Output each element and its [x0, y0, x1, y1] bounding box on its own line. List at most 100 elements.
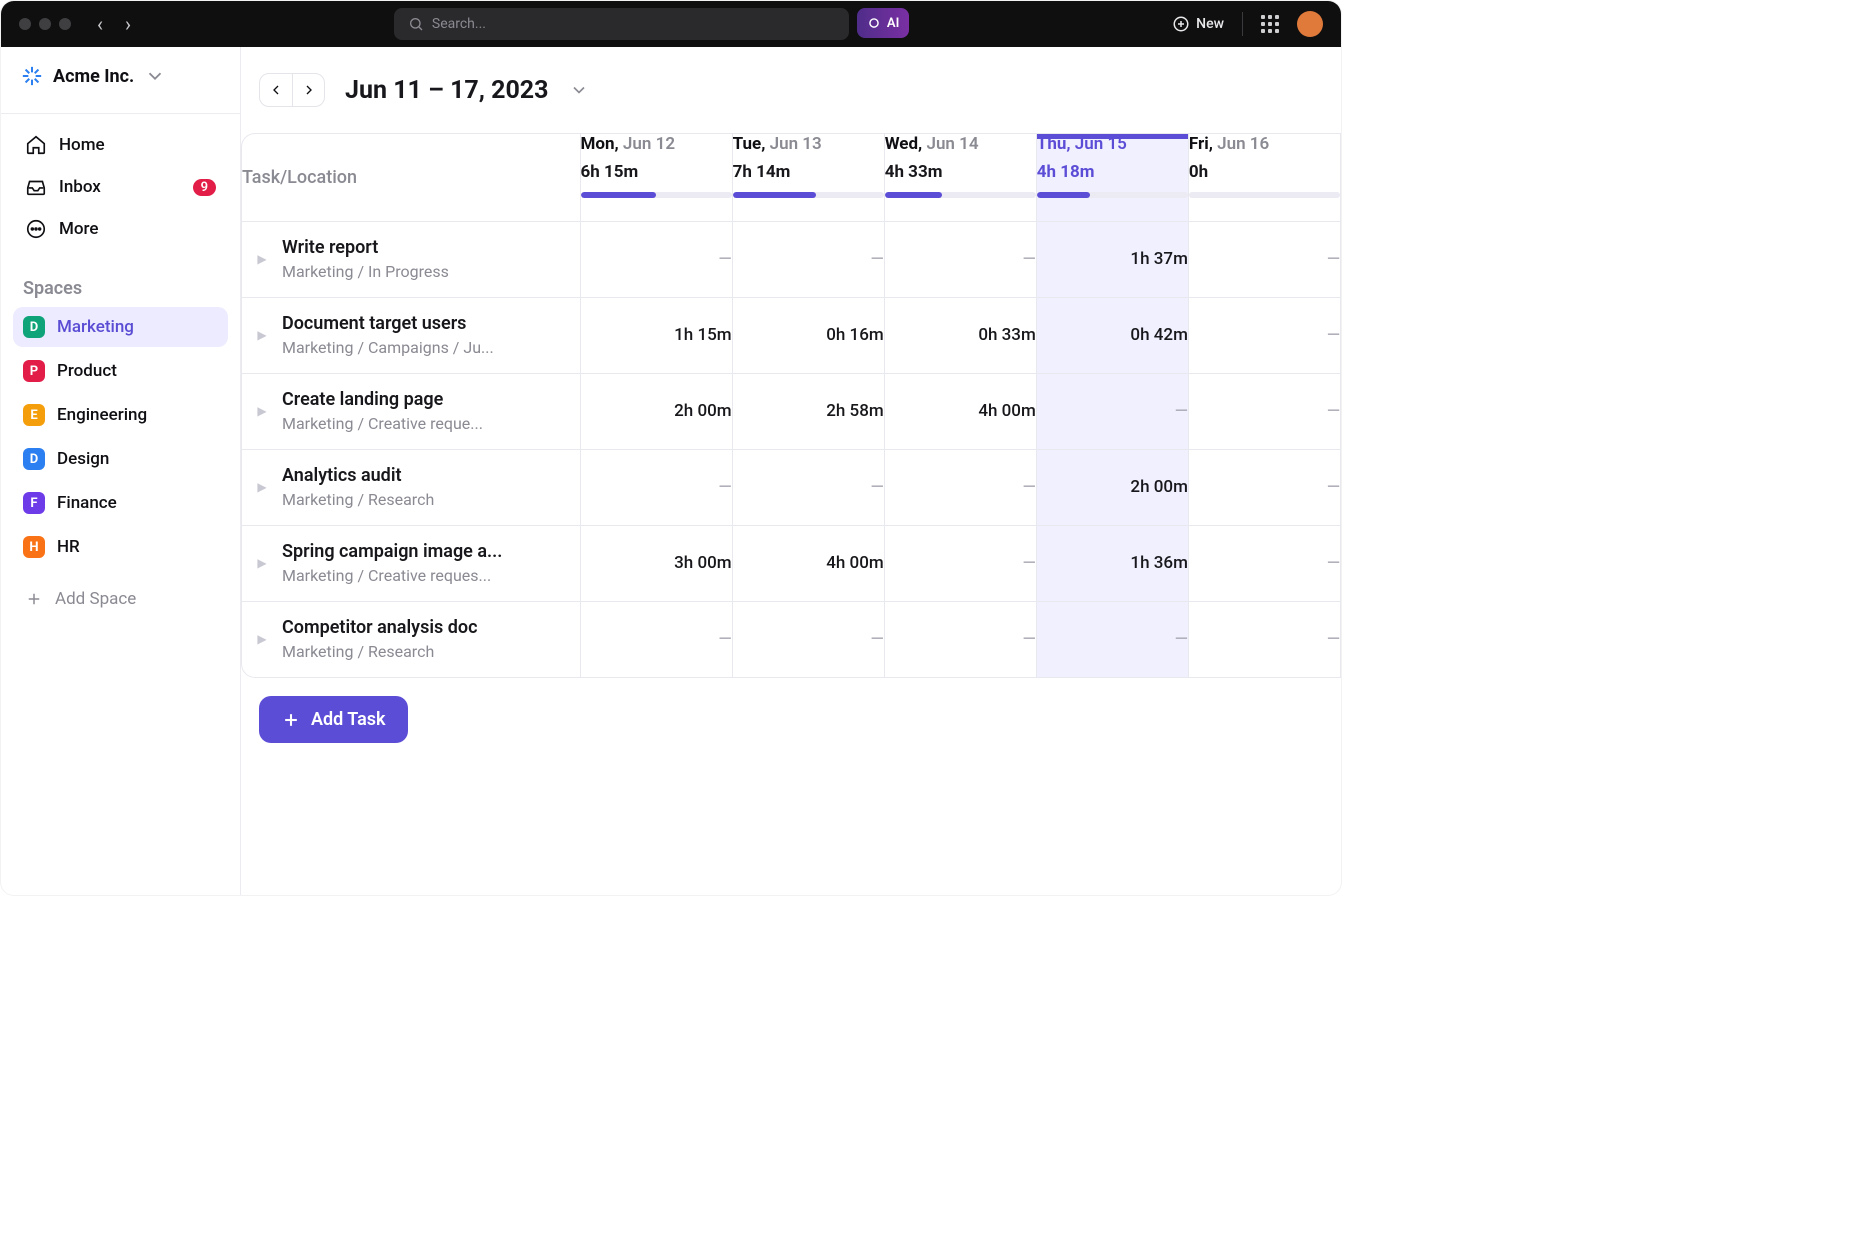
main-content: Jun 11 – 17, 2023 Task/LocationMon, Jun …: [241, 47, 1341, 895]
space-badge: F: [23, 492, 45, 514]
sidebar: Acme Inc. Home Inbox 9 More Spaces: [1, 47, 241, 895]
expand-icon[interactable]: ▶: [254, 328, 270, 342]
time-cell[interactable]: —: [580, 601, 732, 677]
inbox-badge: 9: [193, 179, 216, 196]
task-name[interactable]: Competitor analysis doc: [282, 617, 477, 638]
table-row: ▶Analytics auditMarketing / Research———2…: [242, 449, 1341, 525]
date-range: Jun 11 – 17, 2023: [345, 76, 549, 105]
task-name[interactable]: Spring campaign image a...: [282, 541, 502, 562]
date-range-picker[interactable]: [569, 80, 589, 100]
workspace-switcher[interactable]: Acme Inc.: [1, 65, 240, 114]
time-cell[interactable]: 0h 16m: [732, 297, 884, 373]
new-button[interactable]: New: [1172, 15, 1224, 33]
prev-week-button[interactable]: [260, 74, 292, 106]
time-cell[interactable]: —: [1188, 373, 1340, 449]
sidebar-space-engineering[interactable]: EEngineering: [13, 395, 228, 435]
task-name[interactable]: Write report: [282, 237, 449, 258]
next-week-button[interactable]: [292, 74, 324, 106]
table-row: ▶ Competitor analysis doc Marketing / Rese…: [242, 601, 1341, 677]
time-cell[interactable]: —: [1036, 373, 1188, 449]
expand-icon[interactable]: ▶: [254, 632, 270, 646]
avatar[interactable]: [1297, 11, 1323, 37]
time-cell[interactable]: —: [884, 601, 1036, 677]
search-input[interactable]: Search...: [394, 8, 849, 40]
time-cell[interactable]: —: [1188, 221, 1340, 297]
ai-button[interactable]: AI: [857, 8, 909, 38]
time-cell[interactable]: 0h 33m: [884, 297, 1036, 373]
time-cell[interactable]: 4h 00m: [732, 525, 884, 601]
table-row: ▶ Spring campaign image a... Marketing / C…: [242, 525, 1341, 601]
task-path: Marketing / Research: [282, 490, 434, 509]
space-label: Product: [57, 361, 117, 381]
time-cell[interactable]: —: [884, 221, 1036, 297]
space-label: Marketing: [57, 317, 134, 337]
apps-grid-icon[interactable]: [1261, 15, 1279, 33]
table-row: ▶Write reportMarketing / In Progress———1…: [242, 221, 1341, 297]
day-header[interactable]: Wed, Jun 144h 33m: [884, 134, 1036, 221]
top-bar: ‹ › Search... AI New: [1, 1, 1341, 47]
time-cell[interactable]: 2h 00m: [1036, 449, 1188, 525]
time-cell[interactable]: —: [884, 525, 1036, 601]
space-badge: H: [23, 536, 45, 558]
add-task-button[interactable]: Add Task: [259, 696, 408, 743]
space-label: HR: [57, 537, 80, 557]
nav-more[interactable]: More: [13, 208, 228, 250]
time-cell[interactable]: 1h 36m: [1036, 525, 1188, 601]
table-row: ▶ Document target users Marketing / Campai…: [242, 297, 1341, 373]
time-cell[interactable]: 1h 15m: [580, 297, 732, 373]
time-cell[interactable]: 4h 00m: [884, 373, 1036, 449]
time-cell[interactable]: 2h 00m: [580, 373, 732, 449]
expand-icon[interactable]: ▶: [254, 404, 270, 418]
time-cell[interactable]: —: [1188, 525, 1340, 601]
time-cell[interactable]: —: [1188, 601, 1340, 677]
day-header[interactable]: Thu, Jun 154h 18m: [1036, 134, 1188, 221]
task-name[interactable]: Document target users: [282, 313, 494, 334]
day-header[interactable]: Fri, Jun 160h: [1188, 134, 1340, 221]
search-icon: [408, 16, 424, 32]
time-cell[interactable]: 3h 00m: [580, 525, 732, 601]
day-header[interactable]: Mon, Jun 126h 15m: [580, 134, 732, 221]
task-name[interactable]: Analytics audit: [282, 465, 434, 486]
time-cell[interactable]: —: [1036, 601, 1188, 677]
window-controls[interactable]: [19, 18, 71, 30]
add-space-button[interactable]: Add Space: [13, 579, 228, 619]
ellipsis-icon: [25, 218, 47, 240]
time-cell[interactable]: —: [1188, 449, 1340, 525]
time-cell[interactable]: —: [732, 221, 884, 297]
sidebar-space-marketing[interactable]: D Marketing: [13, 307, 228, 347]
task-path: Marketing / Creative reque...: [282, 414, 483, 433]
nav-home[interactable]: Home: [13, 124, 228, 166]
time-cell[interactable]: 2h 58m: [732, 373, 884, 449]
spaces-header: Spaces: [23, 278, 218, 299]
task-path: Marketing / Creative reques...: [282, 566, 502, 585]
task-name[interactable]: Create landing page: [282, 389, 483, 410]
time-cell[interactable]: 1h 37m: [1036, 221, 1188, 297]
task-location-header: Task/Location: [242, 134, 580, 221]
space-label: Design: [57, 449, 109, 469]
time-cell[interactable]: —: [732, 601, 884, 677]
inbox-icon: [25, 176, 47, 198]
expand-icon[interactable]: ▶: [254, 556, 270, 570]
time-cell[interactable]: —: [580, 449, 732, 525]
time-cell[interactable]: —: [884, 449, 1036, 525]
time-cell[interactable]: —: [732, 449, 884, 525]
sidebar-space-finance[interactable]: F Finance: [13, 483, 228, 523]
time-cell[interactable]: 0h 42m: [1036, 297, 1188, 373]
space-badge: E: [23, 404, 45, 426]
task-path: Marketing / Campaigns / Ju...: [282, 338, 494, 357]
space-badge: D: [23, 448, 45, 470]
space-badge: D: [23, 316, 45, 338]
nav-inbox[interactable]: Inbox 9: [13, 166, 228, 208]
history-back-icon[interactable]: ‹: [97, 12, 103, 36]
time-cell[interactable]: —: [1188, 297, 1340, 373]
time-cell[interactable]: —: [580, 221, 732, 297]
space-label: Finance: [57, 493, 117, 513]
sidebar-space-hr[interactable]: H HR: [13, 527, 228, 567]
day-header[interactable]: Tue, Jun 137h 14m: [732, 134, 884, 221]
sidebar-space-product[interactable]: PProduct: [13, 351, 228, 391]
home-icon: [25, 134, 47, 156]
expand-icon[interactable]: ▶: [254, 252, 270, 266]
expand-icon[interactable]: ▶: [254, 480, 270, 494]
task-path: Marketing / Research: [282, 642, 477, 661]
sidebar-space-design[interactable]: D Design: [13, 439, 228, 479]
